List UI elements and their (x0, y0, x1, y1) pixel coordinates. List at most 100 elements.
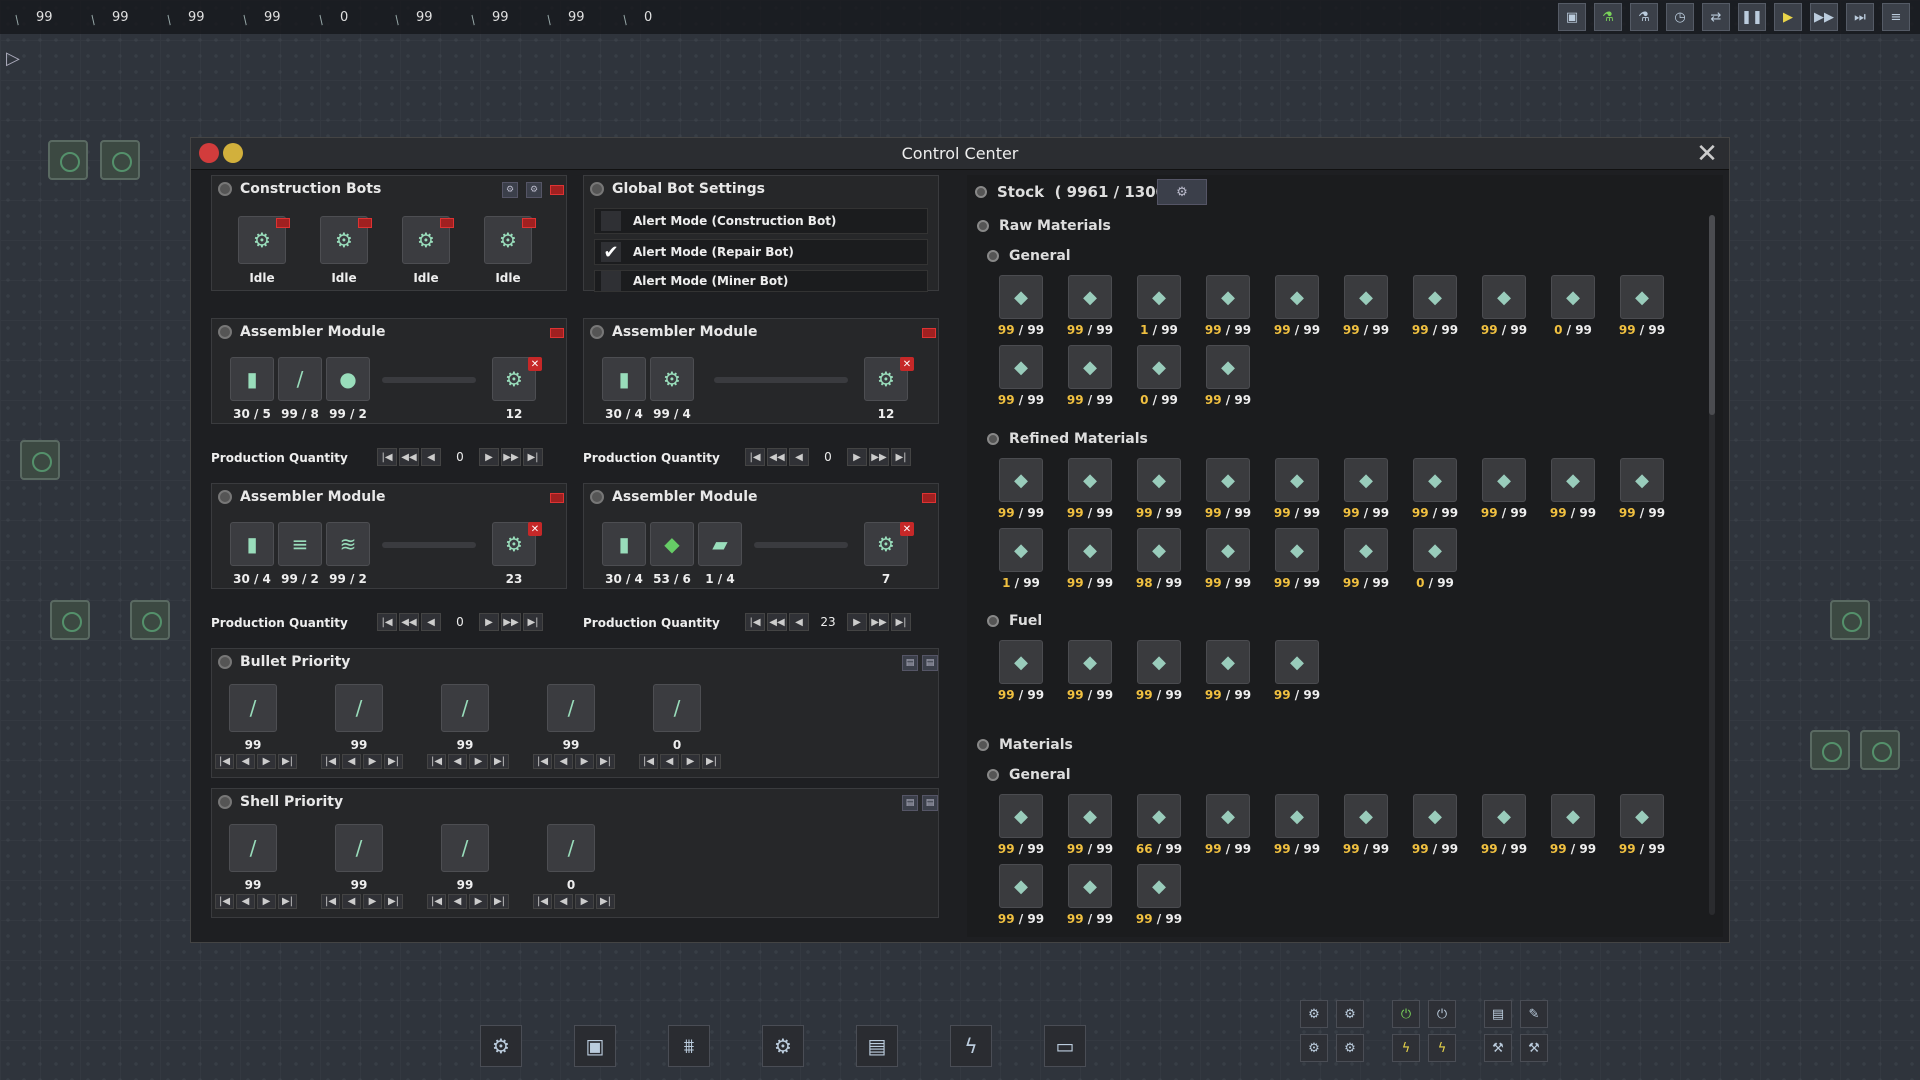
stock-item[interactable]: ◆ 99 / 99 (1401, 794, 1469, 864)
stock-item[interactable]: ◆ 99 / 99 (987, 864, 1055, 934)
prev-icon[interactable]: ◀ (448, 754, 467, 769)
bot-icon[interactable]: ⚙ (502, 182, 518, 198)
list-icon[interactable]: ▤ (856, 1025, 898, 1067)
alert-miner-option[interactable]: Alert Mode (Miner Bot) (594, 270, 928, 292)
collapse-toggle[interactable] (987, 250, 999, 262)
power-icon[interactable]: ϟ (950, 1025, 992, 1067)
power-off-icon[interactable]: ⏻ (1428, 1000, 1456, 1028)
clock-icon[interactable]: ◷ (1666, 3, 1694, 31)
prev-icon[interactable]: ◀ (554, 754, 573, 769)
rewind-icon[interactable]: ◀◀ (767, 613, 787, 631)
next-icon[interactable]: ▶ (847, 613, 867, 631)
check-icon[interactable]: ✔ (601, 242, 621, 263)
collapse-toggle[interactable] (218, 655, 232, 669)
prev-icon[interactable]: ◀ (421, 448, 441, 466)
next-icon[interactable]: ▶ (575, 754, 594, 769)
stock-item[interactable]: ◆ 99 / 99 (1470, 275, 1538, 345)
power-on-icon[interactable]: ⏻ (1392, 1000, 1420, 1028)
stock-item[interactable]: ◆ 99 / 99 (1056, 275, 1124, 345)
next-icon[interactable]: ▶ (479, 613, 499, 631)
last-icon[interactable]: ▶| (490, 754, 509, 769)
stock-item[interactable]: ◆ 99 / 99 (1194, 275, 1262, 345)
first-icon[interactable]: |◀ (427, 754, 446, 769)
lab-icon[interactable]: ⚗ (1630, 3, 1658, 31)
ammo-slot[interactable]: / (229, 684, 277, 732)
collapse-toggle[interactable] (975, 186, 987, 198)
pause-icon[interactable]: ❚❚ (1738, 3, 1766, 31)
filter-icon[interactable]: ⩩ (668, 1025, 710, 1067)
stock-item[interactable]: ◆ 99 / 99 (1056, 458, 1124, 528)
sort-icon[interactable]: ▤ (902, 795, 918, 811)
last-icon[interactable]: ▶| (523, 613, 543, 631)
stock-item[interactable]: ◆ 99 / 99 (1608, 458, 1676, 528)
red-status-icon[interactable] (199, 143, 219, 163)
stock-item[interactable]: ◆ 99 / 99 (1539, 458, 1607, 528)
bot-icon[interactable]: ⚙ (526, 182, 542, 198)
ammo-slot[interactable]: / (229, 824, 277, 872)
factory-icon[interactable]: ⚙ (480, 1025, 522, 1067)
stock-item[interactable]: ◆ 99 / 99 (1194, 794, 1262, 864)
stock-item[interactable]: ◆ 99 / 99 (987, 345, 1055, 415)
remove-output-icon[interactable]: ✕ (900, 357, 914, 371)
collapse-toggle[interactable] (987, 769, 999, 781)
first-icon[interactable]: |◀ (215, 894, 234, 909)
collapse-toggle[interactable] (218, 182, 232, 196)
ammo-slot[interactable]: / (335, 684, 383, 732)
collapse-toggle[interactable] (987, 615, 999, 627)
input-slot[interactable]: ● (326, 357, 370, 401)
next-icon[interactable]: ▶ (469, 894, 488, 909)
stock-item[interactable]: ◆ 0 / 99 (1401, 528, 1469, 598)
collapse-toggle[interactable] (987, 433, 999, 445)
stock-item[interactable]: ◆ 99 / 99 (987, 458, 1055, 528)
stock-item[interactable]: ◆ 99 / 99 (987, 640, 1055, 710)
checkbox[interactable] (601, 211, 621, 231)
stock-item[interactable]: ◆ 99 / 99 (1263, 458, 1331, 528)
prev-icon[interactable]: ◀ (421, 613, 441, 631)
ammo-slot[interactable]: / (441, 824, 489, 872)
stock-item[interactable]: ◆ 1 / 99 (1125, 275, 1193, 345)
last-icon[interactable]: ▶| (384, 754, 403, 769)
prev-icon[interactable]: ◀ (554, 894, 573, 909)
yellow-status-icon[interactable] (223, 143, 243, 163)
prev-icon[interactable]: ◀ (342, 754, 361, 769)
stock-item[interactable]: ◆ 99 / 99 (1194, 640, 1262, 710)
tool-icon[interactable]: ⚒ (1520, 1034, 1548, 1062)
expand-icon[interactable]: ▷ (6, 48, 28, 70)
first-icon[interactable]: |◀ (427, 894, 446, 909)
collapse-toggle[interactable] (218, 490, 232, 504)
stock-item[interactable]: ◆ 99 / 99 (1194, 345, 1262, 415)
menu-icon[interactable]: ≡ (1882, 3, 1910, 31)
remove-output-icon[interactable]: ✕ (900, 522, 914, 536)
flask-icon[interactable]: ⚗ (1594, 3, 1622, 31)
stock-scrollbar[interactable] (1709, 215, 1715, 915)
stock-item[interactable]: ◆ 99 / 99 (1125, 458, 1193, 528)
stock-item[interactable]: ◆ 99 / 99 (1263, 640, 1331, 710)
edit-icon[interactable]: ✎ (1520, 1000, 1548, 1028)
input-slot[interactable]: ⚙ (650, 357, 694, 401)
prev-icon[interactable]: ◀ (660, 754, 679, 769)
remove-module-button[interactable] (550, 493, 564, 503)
stock-item[interactable]: ◆ 99 / 99 (987, 275, 1055, 345)
stock-item[interactable]: ◆ 99 / 99 (1194, 528, 1262, 598)
stock-item[interactable]: ◆ 0 / 99 (1125, 345, 1193, 415)
last-icon[interactable]: ▶| (596, 894, 615, 909)
first-icon[interactable]: |◀ (377, 448, 397, 466)
checkbox[interactable] (601, 271, 621, 291)
ammo-slot[interactable]: / (547, 684, 595, 732)
forward-icon[interactable]: ▶▶ (501, 448, 521, 466)
stock-item[interactable]: ◆ 99 / 99 (1263, 794, 1331, 864)
fastest-forward-icon[interactable]: ⏭ (1846, 3, 1874, 31)
stock-item[interactable]: ◆ 66 / 99 (1125, 794, 1193, 864)
input-slot[interactable]: ▮ (602, 357, 646, 401)
stock-item[interactable]: ◆ 99 / 99 (1608, 794, 1676, 864)
next-icon[interactable]: ▶ (363, 894, 382, 909)
first-icon[interactable]: |◀ (377, 613, 397, 631)
ammo-slot[interactable]: / (547, 824, 595, 872)
prev-icon[interactable]: ◀ (789, 613, 809, 631)
last-icon[interactable]: ▶| (490, 894, 509, 909)
input-slot[interactable]: ▮ (230, 357, 274, 401)
stock-item[interactable]: ◆ 99 / 99 (1332, 794, 1400, 864)
next-icon[interactable]: ▶ (479, 448, 499, 466)
stock-item[interactable]: ◆ 99 / 99 (1194, 458, 1262, 528)
stock-item[interactable]: ◆ 99 / 99 (1125, 864, 1193, 934)
